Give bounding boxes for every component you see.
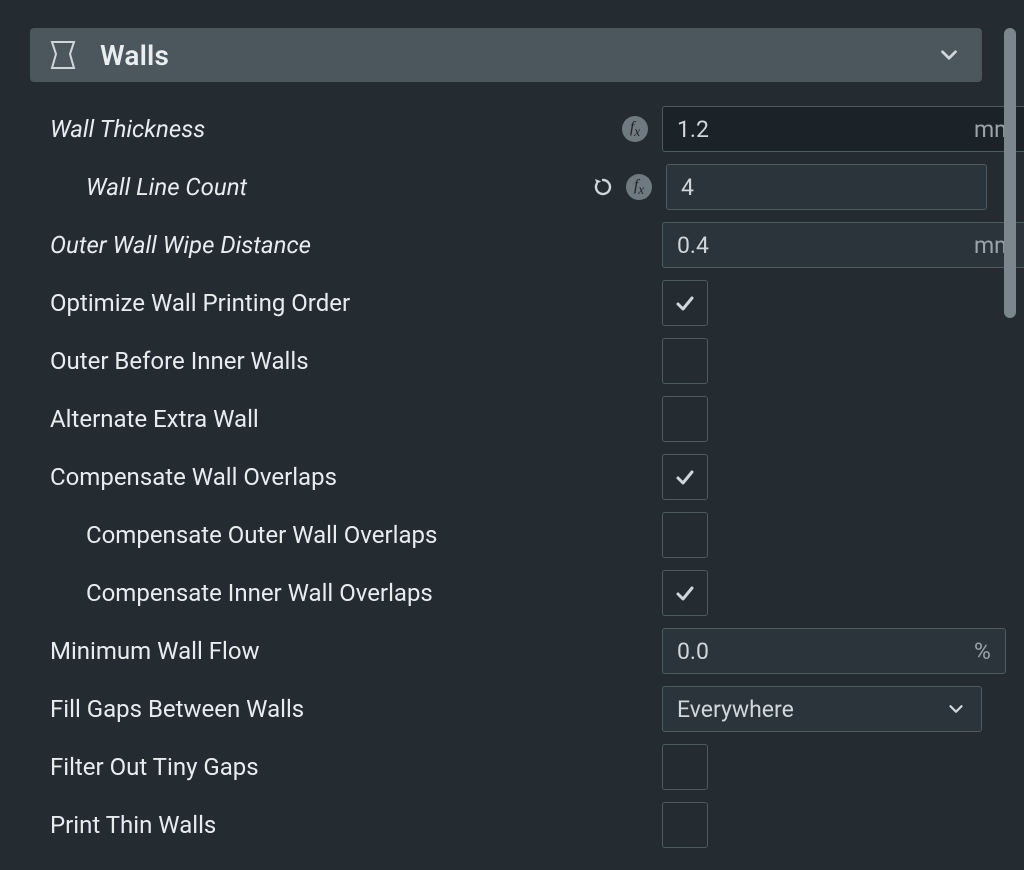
chevron-down-icon[interactable] [936,42,962,68]
label-compensate-overlaps: Compensate Wall Overlaps [50,463,590,491]
min-wall-flow-input[interactable] [677,638,968,665]
label-alternate-extra: Alternate Extra Wall [50,405,590,433]
outer-wall-wipe-field[interactable]: mm [662,222,1024,268]
checkbox-outer-before-inner[interactable] [662,338,708,384]
fx-icon[interactable]: fx [622,116,648,142]
label-fill-gaps: Fill Gaps Between Walls [50,695,590,723]
section-title: Walls [100,39,169,72]
min-wall-flow-field[interactable]: % [662,628,1006,674]
walls-icon [50,40,76,70]
wall-thickness-field[interactable]: mm [662,106,1024,152]
checkbox-compensate-inner[interactable] [662,570,708,616]
label-wall-line-count: Wall Line Count [50,173,590,201]
outer-wall-wipe-input[interactable] [677,232,968,259]
label-wall-thickness: Wall Thickness [50,115,590,143]
checkbox-compensate-outer[interactable] [662,512,708,558]
scrollbar[interactable] [1004,28,1016,860]
checkbox-compensate-overlaps[interactable] [662,454,708,500]
wall-line-count-input[interactable] [681,174,972,201]
chevron-down-icon [945,698,967,720]
checkbox-print-thin-walls[interactable] [662,802,708,848]
fx-icon[interactable]: fx [626,174,652,200]
wall-thickness-input[interactable] [677,116,968,143]
fill-gaps-select[interactable]: Everywhere [662,686,982,732]
scrollbar-thumb[interactable] [1004,28,1016,318]
section-header-walls[interactable]: Walls [30,28,982,82]
reset-icon[interactable] [590,174,616,200]
wall-line-count-field[interactable] [666,164,987,210]
label-compensate-outer: Compensate Outer Wall Overlaps [50,521,590,549]
label-min-wall-flow: Minimum Wall Flow [50,637,590,665]
label-print-thin-walls: Print Thin Walls [50,811,590,839]
checkbox-filter-tiny-gaps[interactable] [662,744,708,790]
label-outer-wall-wipe: Outer Wall Wipe Distance [50,231,590,259]
checkbox-optimize-order[interactable] [662,280,708,326]
fill-gaps-value: Everywhere [677,696,939,723]
label-filter-tiny-gaps: Filter Out Tiny Gaps [50,753,590,781]
label-outer-before-inner: Outer Before Inner Walls [50,347,590,375]
label-optimize-order: Optimize Wall Printing Order [50,289,590,317]
checkbox-alternate-extra[interactable] [662,396,708,442]
min-wall-flow-unit: % [974,638,991,665]
label-compensate-inner: Compensate Inner Wall Overlaps [50,579,590,607]
